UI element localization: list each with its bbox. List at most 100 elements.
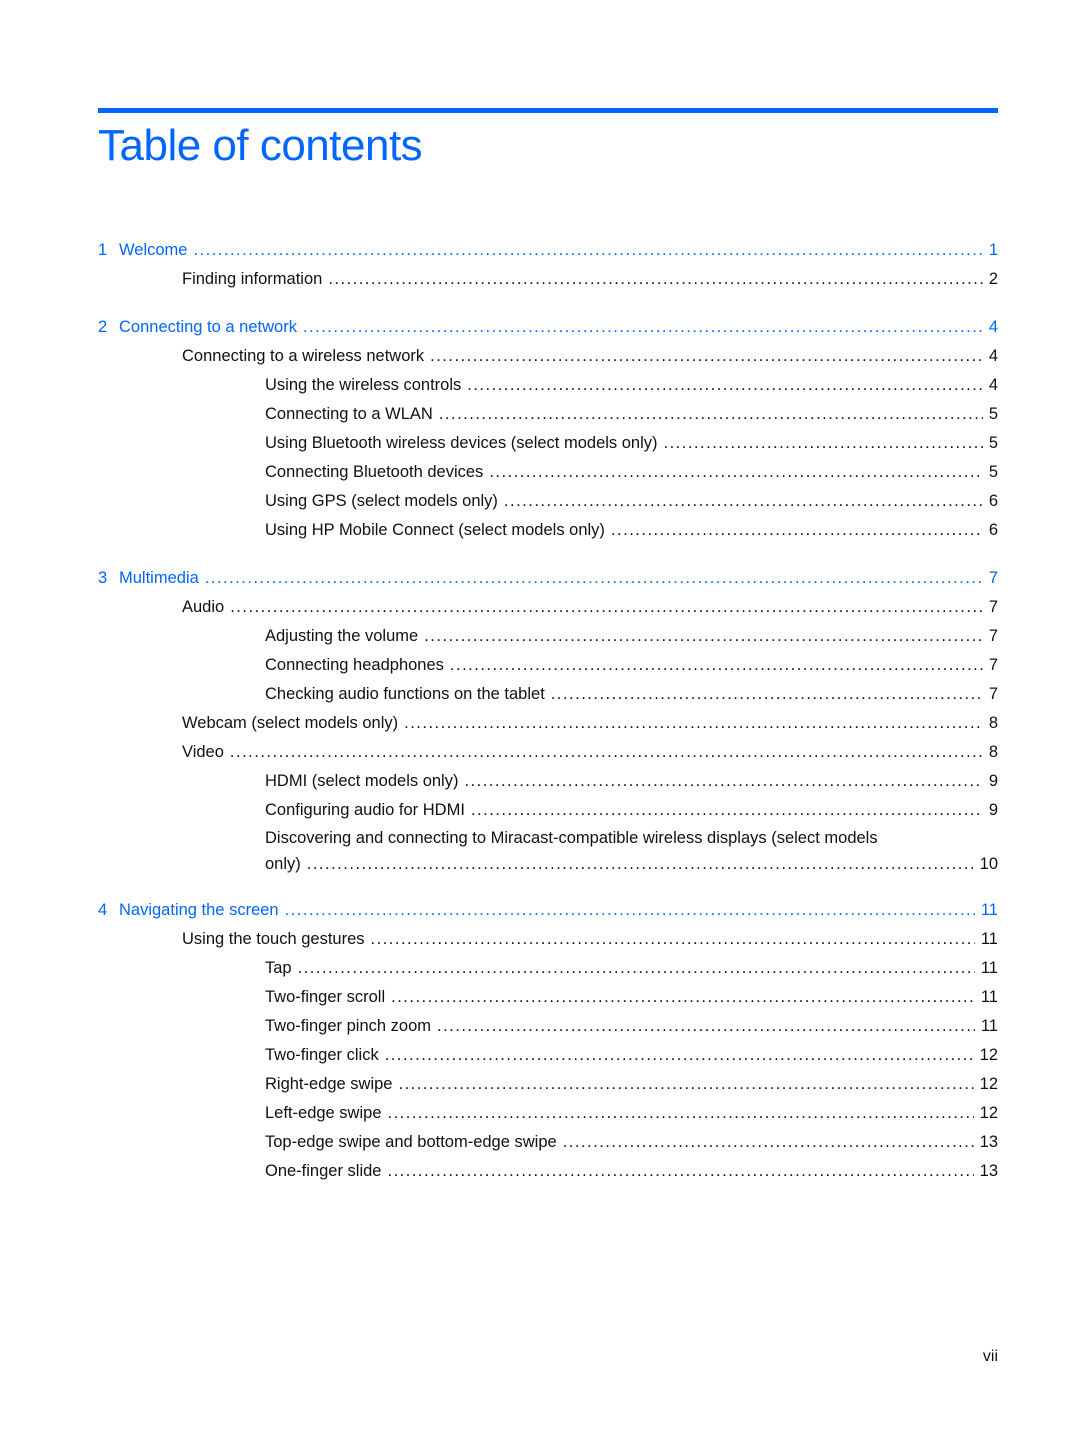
toc-entry-link[interactable]: Adjusting the volume 7: [98, 622, 998, 651]
entry-title: Connecting headphones: [265, 656, 444, 674]
toc-entry-link[interactable]: Video 8: [98, 738, 998, 767]
entry-title: Connecting Bluetooth devices: [265, 463, 484, 481]
toc-entry-link[interactable]: Configuring audio for HDMI 9: [98, 796, 998, 825]
entry-page-number: 5: [988, 434, 998, 452]
page-title: Table of contents: [98, 121, 423, 170]
dot-leader: [388, 1099, 974, 1128]
dot-leader: [467, 371, 983, 400]
entry-title: Video: [182, 743, 224, 761]
toc-entry-link[interactable]: Using GPS (select models only) 6: [98, 487, 998, 516]
toc-entry-link[interactable]: Two-finger click 12: [98, 1041, 998, 1070]
dot-leader: [611, 516, 983, 545]
toc-entry-link[interactable]: Tap 11: [98, 954, 998, 983]
entry-page-number: 13: [979, 1133, 998, 1151]
entry-title: Using HP Mobile Connect (select models o…: [265, 521, 605, 539]
toc-entry-link[interactable]: Using HP Mobile Connect (select models o…: [98, 516, 998, 545]
dot-leader: [471, 796, 983, 825]
entry-title: Two-finger scroll: [265, 988, 386, 1006]
entry-page-number: 7: [988, 656, 998, 674]
entry-title: Adjusting the volume: [265, 627, 419, 645]
entry-page-number: 5: [988, 405, 998, 423]
toc-entry-link[interactable]: One-finger slide 13: [98, 1157, 998, 1186]
toc-entry-link[interactable]: Finding information 2: [98, 265, 998, 294]
toc-entry-link[interactable]: Connecting to a wireless network 4: [98, 342, 998, 371]
dot-leader: [430, 342, 983, 371]
chapter-title: Navigating the screen: [119, 901, 279, 919]
entry-page-number: 12: [979, 1104, 998, 1122]
entry-title: Using the wireless controls: [265, 376, 462, 394]
dot-leader: [371, 925, 975, 954]
dot-leader: [504, 487, 983, 516]
toc-entry-link[interactable]: Using Bluetooth wireless devices (select…: [98, 429, 998, 458]
entry-title: Configuring audio for HDMI: [265, 801, 465, 819]
entry-title: Right-edge swipe: [265, 1075, 393, 1093]
entry-page-number: 4: [988, 376, 998, 394]
entry-page-number: 9: [988, 801, 998, 819]
entry-title: Using GPS (select models only): [265, 492, 498, 510]
chapter-page-number: 1: [988, 241, 998, 259]
dot-leader: [193, 236, 982, 265]
toc-entry-link[interactable]: Right-edge swipe 12: [98, 1070, 998, 1099]
toc-chapter-link[interactable]: 1 Welcome 1: [98, 236, 998, 265]
toc-chapter-link[interactable]: 2 Connecting to a network 4: [98, 313, 998, 342]
entry-title: Connecting to a WLAN: [265, 405, 433, 423]
chapter-number: 4: [98, 901, 108, 919]
entry-page-number: 11: [980, 959, 998, 977]
page-number: vii: [982, 1348, 998, 1365]
toc-entry-link[interactable]: Checking audio functions on the tablet 7: [98, 680, 998, 709]
entry-title: Finding information: [182, 270, 323, 288]
toc-entry-link[interactable]: HDMI (select models only) 9: [98, 767, 998, 796]
dot-leader: [230, 593, 983, 622]
entry-page-number: 7: [988, 627, 998, 645]
dot-leader: [328, 265, 982, 294]
dot-leader: [437, 1012, 975, 1041]
entry-page-number: 13: [979, 1162, 998, 1180]
entry-page-number: 5: [988, 463, 998, 481]
toc-chapter-link[interactable]: 4 Navigating the screen 11: [98, 896, 998, 925]
entry-page-number: 8: [988, 714, 998, 732]
entry-page-number: 6: [988, 492, 998, 510]
chapter-number: 2: [98, 318, 108, 336]
toc-entry-link[interactable]: Connecting Bluetooth devices 5: [98, 458, 998, 487]
entry-page-number: 11: [980, 988, 998, 1006]
toc-entry-link[interactable]: Audio 7: [98, 593, 998, 622]
dot-leader: [205, 564, 983, 593]
dot-leader: [450, 651, 983, 680]
entry-page-number: 12: [979, 1075, 998, 1093]
toc-entry-link[interactable]: Connecting to a WLAN 5: [98, 400, 998, 429]
toc-chapter: 2 Connecting to a network 4 Connecting to a…: [98, 313, 998, 545]
entry-page-number: 9: [988, 772, 998, 790]
dot-leader: [551, 680, 983, 709]
entry-title: Two-finger pinch zoom: [265, 1017, 431, 1035]
entry-page-number: 8: [988, 743, 998, 761]
toc-chapter: 4Navigating the screen11Using the touch …: [98, 896, 998, 1186]
dot-leader: [285, 896, 975, 925]
chapter-title: Connecting to a network: [119, 318, 297, 336]
toc-entry-link[interactable]: Discovering and connecting to Miracast-c…: [98, 825, 998, 877]
entry-title-continuation-row: only) 10: [265, 851, 998, 877]
entry-title: One-finger slide: [265, 1162, 382, 1180]
toc-entry-link[interactable]: Connecting headphones 7: [98, 651, 998, 680]
dot-leader: [424, 622, 983, 651]
dot-leader: [399, 1070, 974, 1099]
entry-page-number: 6: [988, 521, 998, 539]
entry-page-number: 10: [979, 855, 998, 873]
toc-entry-link[interactable]: Top-edge swipe and bottom-edge swipe 13: [98, 1128, 998, 1157]
toc-chapter-link[interactable]: 3 Multimedia 7: [98, 564, 998, 593]
entry-title: Top-edge swipe and bottom-edge swipe: [265, 1133, 557, 1151]
toc-entry-link[interactable]: Webcam (select models only) 8: [98, 709, 998, 738]
dot-leader: [387, 1157, 973, 1186]
toc-entry-link[interactable]: Two-finger pinch zoom 11: [98, 1012, 998, 1041]
toc-entry-link[interactable]: Using the wireless controls 4: [98, 371, 998, 400]
toc-chapter: 1 Welcome 1 Finding information 2: [98, 236, 998, 294]
entry-page-number: 7: [988, 598, 998, 616]
entry-title: Tap: [265, 959, 292, 977]
toc-entry-link[interactable]: Left-edge swipe 12: [98, 1099, 998, 1128]
dot-leader: [563, 1128, 974, 1157]
entry-page-number: 11: [980, 930, 998, 948]
table-of-contents: 1 Welcome 1 Finding information 2 2 Connecting…: [98, 236, 998, 1205]
toc-entry-link[interactable]: Using the touch gestures 11: [98, 925, 998, 954]
toc-entry-link[interactable]: Two-finger scroll 11: [98, 983, 998, 1012]
chapter-page-number: 4: [988, 318, 998, 336]
entry-title: Discovering and connecting to Miracast-c…: [265, 829, 878, 847]
